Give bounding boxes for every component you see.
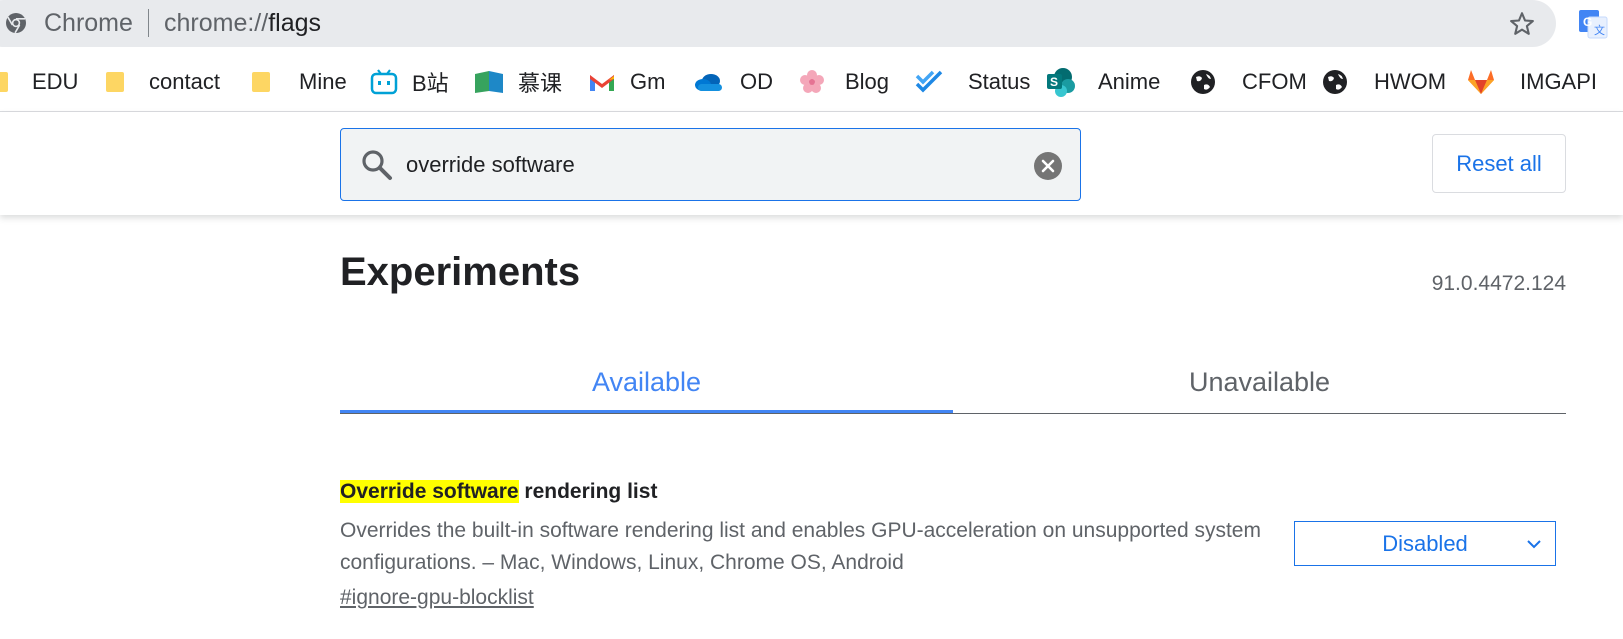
search-field[interactable]: override software [340,128,1081,201]
active-tab-indicator [340,410,953,413]
bookmark-label: Gm [630,69,666,94]
flag-state-value: Disabled [1382,530,1468,556]
folder-icon [0,72,8,92]
svg-text:S: S [1050,75,1058,89]
chevron-down-icon [1527,540,1541,549]
url-scheme: chrome:// [164,9,269,37]
translate-icon[interactable]: G 文 [1578,8,1608,40]
bookmark-label: contact [149,69,220,94]
site-label: Chrome [44,9,133,37]
flag-title-rest: rendering list [518,480,658,503]
bookmark-label: Status [968,69,1031,94]
bookmark-anime[interactable]: S Anime [1046,64,1160,100]
bookmark-label: Anime [1098,69,1161,94]
flag-permalink[interactable]: #ignore-gpu-blocklist [340,584,534,612]
sharepoint-icon: S [1047,68,1075,97]
bookmark-label: OD [740,69,773,94]
globe-icon [1323,70,1347,94]
bookmark-label: HWOM [1374,69,1447,94]
flower-icon [800,70,824,93]
reset-all-button[interactable]: Reset all [1432,134,1566,193]
bookmark-label: Blog [845,69,890,94]
search-header: override software Reset all [0,112,1623,215]
bookmark-label: CFOM [1242,69,1307,94]
address-bar[interactable]: Chrome chrome://flags [0,0,1556,47]
chrome-icon [6,13,26,34]
bilibili-icon [370,69,398,95]
mooc-icon [475,71,503,93]
svg-text:文: 文 [1594,23,1605,37]
status-icon [915,70,943,93]
url-host: flags [268,9,322,37]
bookmark-mine[interactable]: Mine [250,64,347,100]
gitlab-icon [1468,70,1494,94]
flag-state-select[interactable]: Disabled [1294,521,1556,566]
bookmark-gmail[interactable]: Gm [588,64,665,100]
url-text[interactable]: chrome://flags [164,8,321,38]
search-icon [362,150,392,180]
bookmark-edu[interactable]: EDU [0,64,78,100]
tabs-divider [340,413,1566,414]
bookmark-star-icon[interactable] [1508,10,1536,38]
flag-description: Overrides the built-in software renderin… [340,519,1261,574]
search-input[interactable]: override software [406,151,575,179]
bookmark-label: 慕课 [518,71,563,96]
folder-icon [252,72,270,92]
bookmark-onedrive[interactable]: OD [694,64,773,100]
tab-unavailable[interactable]: Unavailable [953,350,1566,414]
chrome-version: 91.0.4472.124 [1431,272,1566,295]
bookmark-label: EDU [32,69,79,94]
bookmarks-bar: EDU contact Mine B站 慕课 Gm OD Blog Status… [0,54,1623,112]
omnibox-divider [148,9,149,37]
folder-icon [106,72,124,92]
page-title: Experiments [340,250,581,294]
search-match-highlight: Override software [340,480,519,503]
bookmark-status[interactable]: Status [914,64,1030,100]
bookmark-bilibili[interactable]: B站 [370,64,449,100]
bookmark-hwom[interactable]: HWOM [1322,64,1446,100]
bookmark-contact[interactable]: contact [104,64,220,100]
bookmark-cfom[interactable]: CFOM [1190,64,1307,100]
tab-available[interactable]: Available [340,350,953,414]
bookmark-label: Mine [299,69,347,94]
bookmark-label: B站 [412,71,449,96]
bookmark-label: IMGAPI [1520,69,1598,94]
onedrive-icon [695,74,722,91]
svg-text:G: G [1583,15,1592,29]
clear-search-icon[interactable] [1033,151,1063,181]
gmail-icon [590,75,614,91]
browser-toolbar: Chrome chrome://flags G 文 [0,0,1623,54]
globe-icon [1191,70,1215,94]
flag-title: Override software rendering list [340,478,657,506]
bookmark-mooc[interactable]: 慕课 [474,64,562,100]
bookmark-blog[interactable]: Blog [798,64,889,100]
bookmark-imgapi[interactable]: IMGAPI [1466,64,1597,100]
